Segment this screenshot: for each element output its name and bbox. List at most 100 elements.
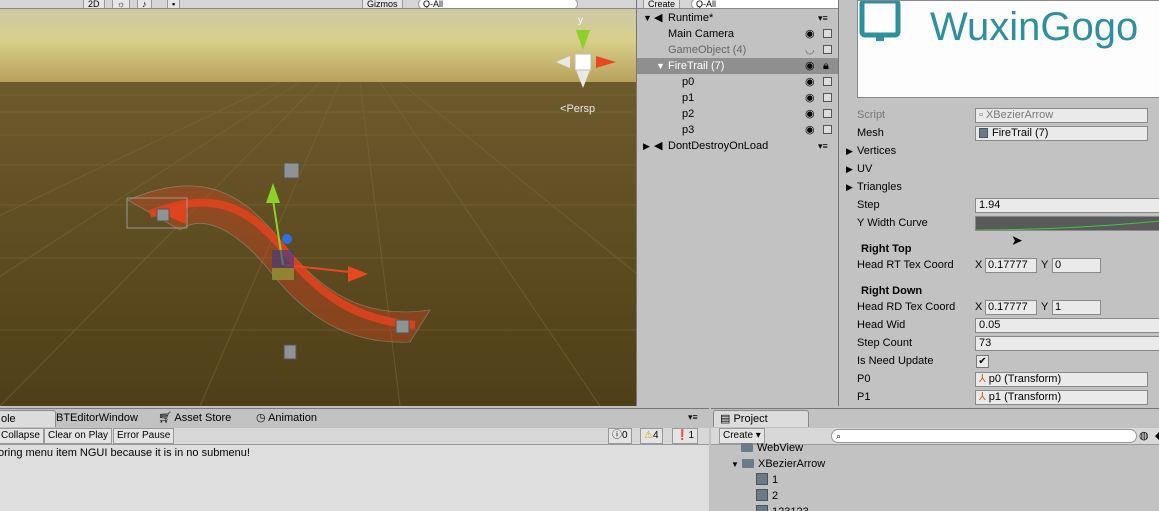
collapse-button[interactable]: Collapse	[0, 428, 44, 444]
pick-toggle-box[interactable]	[823, 45, 832, 54]
error-count-toggle[interactable]: ❗1	[672, 428, 699, 444]
scene-search-input[interactable]: Q-All	[418, 0, 578, 8]
scene-view[interactable]: y <Persp 2D ☼ ♪ ▪ Gizmos Q-All	[0, 0, 637, 406]
tab-project[interactable]: ▤ Project	[713, 410, 809, 427]
warning-count-toggle[interactable]: ⚠4	[640, 428, 663, 444]
hierarchy-item-firetrail-7[interactable]: ▼ FireTrail (7) ◉ 🔒︎	[637, 58, 838, 74]
toggle-2d-button[interactable]: 2D	[83, 0, 105, 8]
head-wid-input[interactable]: 0.05	[975, 318, 1159, 333]
tab-label: Project	[733, 413, 768, 425]
control-point-p2[interactable]	[395, 319, 410, 334]
p0-field[interactable]: ⅄ p0 (Transform)	[975, 372, 1148, 387]
hierarchy-item-main-camera[interactable]: Main Camera ◉	[637, 26, 838, 42]
filter-label-icon[interactable]: ◆	[1155, 429, 1159, 442]
effects-toggle-icon[interactable]: ▪	[167, 0, 181, 8]
tab-console[interactable]: ole	[0, 410, 56, 427]
mesh-field[interactable]: FireTrail (7)	[975, 126, 1148, 141]
gizmos-dropdown[interactable]: Gizmos	[362, 0, 403, 8]
uv-foldout[interactable]: ▶ UV	[839, 160, 1159, 178]
expand-arrow-icon[interactable]: ▼	[656, 58, 665, 74]
p1-field[interactable]: ⅄ p1 (Transform)	[975, 390, 1148, 405]
foldout-arrow-icon[interactable]: ▶	[846, 160, 853, 178]
tab-bteditorwindow[interactable]: BTEditorWindow	[50, 410, 144, 426]
console-log-entry[interactable]: oring menu item NGUI because it is in no…	[0, 447, 250, 459]
hierarchy-item-label: GameObject (4)	[668, 44, 747, 56]
visibility-eye-icon[interactable]: ◉	[805, 74, 815, 90]
project-item-2[interactable]: 2	[756, 488, 778, 504]
pick-toggle-box[interactable]	[823, 125, 832, 134]
field-label: Script	[857, 109, 886, 121]
pick-toggle-box[interactable]	[823, 29, 832, 38]
project-item-label: 1	[772, 474, 779, 486]
hierarchy-item-gameobject-4[interactable]: GameObject (4) ◡	[637, 42, 838, 58]
project-item-xbezierarrow[interactable]: ▼ XBezierArrow	[731, 456, 825, 472]
warning-count: 4	[652, 430, 659, 441]
head-rt-y-input[interactable]: 0	[1052, 258, 1101, 273]
hierarchy-item-p1[interactable]: p1 ◉	[637, 90, 838, 106]
control-point-p3[interactable]	[283, 344, 297, 360]
hierarchy-item-p2[interactable]: p2 ◉	[637, 106, 838, 122]
hierarchy-item-p0[interactable]: p0 ◉	[637, 74, 838, 90]
scene-menu-icon[interactable]: ▾≡	[818, 10, 828, 26]
x-label: X	[975, 301, 983, 313]
project-item-label: 2	[772, 490, 779, 502]
project-item-webview[interactable]: WebView	[741, 440, 803, 456]
y-width-curve-field[interactable]	[975, 216, 1159, 231]
lighting-toggle-icon[interactable]: ☼	[112, 0, 131, 8]
mesh-value: FireTrail (7)	[992, 127, 1049, 139]
project-item-1[interactable]: 1	[756, 472, 778, 488]
visibility-eye-icon[interactable]: ◉	[805, 90, 815, 106]
tab-asset-store[interactable]: 🛒︎ Asset Store	[152, 410, 237, 426]
y-label: Y	[1041, 301, 1049, 313]
control-point-p1[interactable]	[156, 208, 170, 222]
persp-toggle[interactable]: <Persp	[560, 103, 595, 115]
visibility-eye-icon[interactable]: ◉	[805, 26, 815, 42]
panel-menu-icon[interactable]: ▾≡	[688, 412, 698, 423]
step-row: Step 1.94	[839, 196, 1159, 214]
visibility-eye-icon[interactable]: ◉	[805, 106, 815, 122]
pick-toggle-box[interactable]	[823, 77, 832, 86]
step-count-input[interactable]: 73	[975, 336, 1159, 351]
project-item-label: XBezierArrow	[757, 458, 826, 470]
p1-value: p1 (Transform)	[988, 391, 1062, 403]
info-count-toggle[interactable]: ⓘ0	[608, 428, 632, 444]
hidden-eye-icon[interactable]: ◡	[805, 42, 815, 58]
vertices-foldout[interactable]: ▶ Vertices	[839, 142, 1159, 160]
error-pause-button[interactable]: Error Pause	[113, 428, 175, 444]
visibility-eye-icon[interactable]: ◉	[805, 58, 815, 74]
head-rt-x-input[interactable]: 0.17777	[985, 258, 1037, 273]
expand-arrow-icon[interactable]: ▼	[731, 460, 739, 469]
head-rd-y-input[interactable]: 1	[1052, 300, 1101, 315]
audio-toggle-icon[interactable]: ♪	[137, 0, 152, 8]
hierarchy-item-label: FireTrail (7)	[668, 60, 725, 72]
foldout-arrow-icon[interactable]: ▶	[846, 142, 853, 160]
foldout-arrow-icon[interactable]: ▶	[846, 178, 853, 196]
hierarchy-search-input[interactable]: Q-All	[691, 0, 838, 8]
control-point-p0[interactable]	[283, 162, 300, 179]
triangles-foldout[interactable]: ▶ Triangles	[839, 178, 1159, 196]
tab-animation[interactable]: ◷ Animation	[250, 410, 323, 426]
scene-menu-icon[interactable]: ▾≡	[818, 138, 828, 154]
filter-type-icon[interactable]: ◍	[1139, 429, 1149, 442]
head-rd-x-input[interactable]: 0.17777	[985, 300, 1037, 315]
lock-icon[interactable]: 🔒︎	[823, 58, 829, 74]
hierarchy-item-p3[interactable]: p3 ◉	[637, 122, 838, 138]
expand-arrow-icon[interactable]: ▼	[643, 10, 652, 26]
field-label: Vertices	[857, 145, 897, 157]
unity-scene-icon: ◀	[654, 12, 663, 24]
hierarchy-scene-dontdestroyonload[interactable]: ▶ ◀ DontDestroyOnLoad ▾≡	[637, 138, 838, 154]
scene-viewport[interactable]	[0, 0, 636, 406]
expand-arrow-icon[interactable]: ▶	[643, 138, 650, 154]
visibility-eye-icon[interactable]: ◉	[805, 122, 815, 138]
need-update-checkbox[interactable]: ✔	[976, 355, 989, 368]
p1-row: P1 ⅄ p1 (Transform)	[839, 388, 1159, 406]
curve-preview	[976, 220, 1159, 230]
project-search-input[interactable]: ⌕	[831, 429, 1137, 443]
hierarchy-scene-runtime[interactable]: ▼ ◀ Runtime* ▾≡	[637, 10, 838, 26]
script-field[interactable]: ▫ XBezierArrow	[975, 108, 1148, 123]
pick-toggle-box[interactable]	[823, 109, 832, 118]
clear-on-play-button[interactable]: Clear on Play	[44, 428, 113, 444]
step-input[interactable]: 1.94	[975, 198, 1159, 213]
hierarchy-create-button[interactable]: Create	[643, 0, 681, 8]
pick-toggle-box[interactable]	[823, 93, 832, 102]
